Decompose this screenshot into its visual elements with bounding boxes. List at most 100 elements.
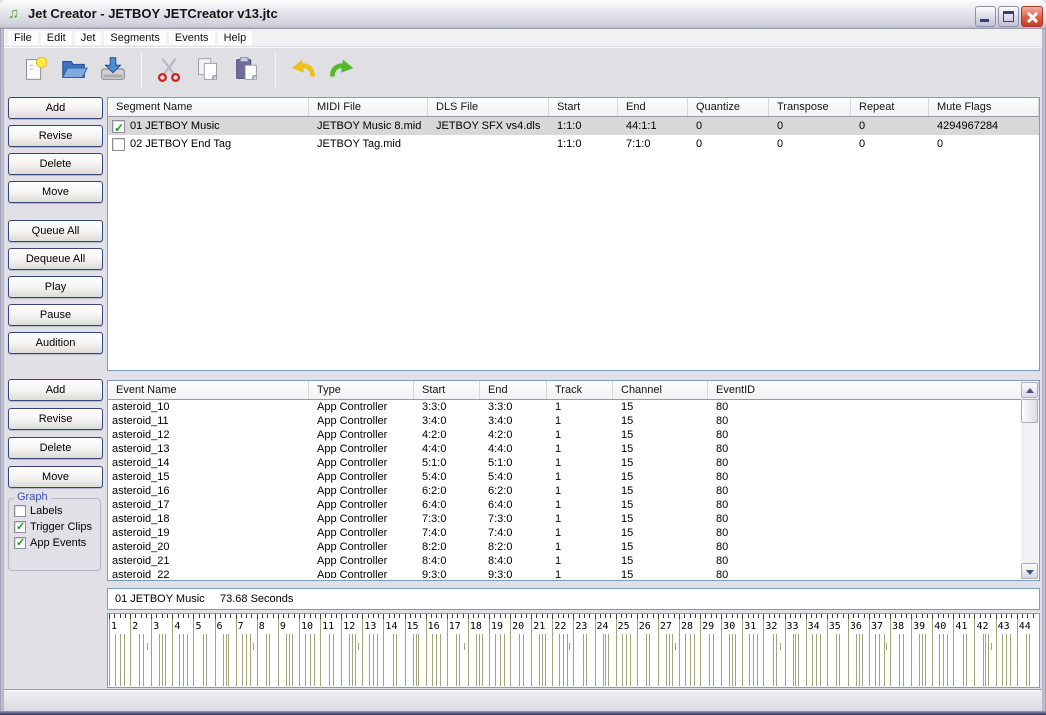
column-header-mute-flags[interactable]: Mute Flags — [929, 98, 1039, 116]
save-button[interactable] — [94, 51, 132, 89]
column-header-type[interactable]: Type — [309, 381, 414, 399]
ruler-tick — [906, 614, 907, 618]
timeline-measure: 37 — [869, 614, 890, 686]
menu-help[interactable]: Help — [218, 31, 253, 45]
playback-queue-all-button[interactable]: Queue All — [8, 220, 103, 242]
column-header-segment-name[interactable]: Segment Name — [108, 98, 309, 116]
event-row[interactable]: asteroid_19App Controller7:4:07:4:011580 — [108, 526, 1039, 540]
menu-jet[interactable]: Jet — [75, 31, 102, 45]
playback-pause-button[interactable]: Pause — [8, 304, 103, 326]
menu-file[interactable]: File — [8, 31, 38, 45]
playback-dequeue-all-button[interactable]: Dequeue All — [8, 248, 103, 270]
ruler-tick — [790, 614, 791, 618]
event-graph-line — [983, 634, 984, 686]
paste-button[interactable] — [228, 51, 266, 89]
redo-button[interactable] — [323, 51, 361, 89]
checkbox-trigger-clips[interactable]: ✓ — [14, 521, 26, 533]
cut-button[interactable] — [150, 51, 188, 89]
playback-play-button[interactable]: Play — [8, 276, 103, 298]
scroll-down-button[interactable] — [1021, 563, 1038, 579]
column-header-event-name[interactable]: Event Name — [108, 381, 309, 399]
timeline-graph[interactable]: 1234567891011121314151617181920212223242… — [107, 613, 1040, 688]
graph-option-labels[interactable]: ✓Labels — [14, 505, 100, 517]
column-header-repeat[interactable]: Repeat — [851, 98, 929, 116]
column-header-transpose[interactable]: Transpose — [769, 98, 851, 116]
segment-move-button[interactable]: Move — [8, 181, 103, 203]
event-row[interactable]: asteroid_20App Controller8:2:08:2:011580 — [108, 540, 1039, 554]
column-header-quantize[interactable]: Quantize — [688, 98, 769, 116]
checkbox-labels[interactable]: ✓ — [14, 505, 26, 517]
event-row[interactable]: asteroid_13App Controller4:4:04:4:011580 — [108, 442, 1039, 456]
segment-checkbox[interactable]: ✓ — [112, 138, 125, 151]
event-row[interactable]: asteroid_12App Controller4:2:04:2:011580 — [108, 428, 1039, 442]
cell-repeat: 0 — [851, 117, 929, 135]
copy-button[interactable] — [189, 51, 227, 89]
open-button[interactable] — [55, 51, 93, 89]
close-button[interactable] — [1021, 6, 1043, 27]
event-graph-tick — [991, 643, 992, 650]
title-bar[interactable]: ♫ Jet Creator - JETBOY JETCreator v13.jt… — [0, 0, 1046, 29]
undo-button[interactable] — [284, 51, 322, 89]
event-row[interactable]: asteroid_17App Controller6:4:06:4:011580 — [108, 498, 1039, 512]
menu-events[interactable]: Events — [169, 31, 215, 45]
event-row[interactable]: asteroid_18App Controller7:3:07:3:011580 — [108, 512, 1039, 526]
event-row[interactable]: asteroid_15App Controller5:4:05:4:011580 — [108, 470, 1039, 484]
cell-start: 3:4:0 — [414, 414, 480, 428]
new-button[interactable] — [16, 51, 54, 89]
segment-add-button[interactable]: Add — [8, 97, 103, 119]
measure-number: 10 — [301, 621, 313, 632]
timeline-measure: 42 — [974, 614, 995, 686]
timeline-measure: 31 — [742, 614, 763, 686]
column-header-track[interactable]: Track — [547, 381, 613, 399]
column-header-channel[interactable]: Channel — [613, 381, 708, 399]
event-move-button[interactable]: Move — [8, 466, 103, 488]
event-list-scrollbar[interactable] — [1021, 382, 1038, 579]
timeline-measure: 32 — [763, 614, 784, 686]
event-row[interactable]: asteroid_10App Controller3:3:03:3:011580 — [108, 400, 1039, 414]
timeline-measure: 19 — [489, 614, 510, 686]
column-header-start[interactable]: Start — [414, 381, 480, 399]
playback-audition-button[interactable]: Audition — [8, 332, 103, 354]
event-graph-tick — [253, 643, 254, 650]
segment-row[interactable]: ✓01 JETBOY MusicJETBOY Music 8.midJETBOY… — [108, 117, 1039, 135]
column-header-midi-file[interactable]: MIDI File — [309, 98, 428, 116]
graph-option-app-events[interactable]: ✓App Events — [14, 537, 100, 549]
event-row[interactable]: asteroid_14App Controller5:1:05:1:011580 — [108, 456, 1039, 470]
segment-delete-button[interactable]: Delete — [8, 153, 103, 175]
segment-checkbox[interactable]: ✓ — [112, 120, 125, 133]
event-row[interactable]: asteroid_11App Controller3:4:03:4:011580 — [108, 414, 1039, 428]
segment-revise-button[interactable]: Revise — [8, 125, 103, 147]
ruler-tick — [737, 614, 738, 618]
minimize-button[interactable] — [975, 6, 996, 27]
menu-segments[interactable]: Segments — [104, 31, 166, 45]
event-row[interactable]: asteroid_16App Controller6:2:06:2:011580 — [108, 484, 1039, 498]
column-header-end[interactable]: End — [618, 98, 688, 116]
ruler-tick — [246, 614, 247, 618]
cell-event-name: asteroid_18 — [108, 512, 309, 526]
menu-edit[interactable]: Edit — [41, 31, 72, 45]
column-header-start[interactable]: Start — [549, 98, 618, 116]
event-graph-tick — [147, 643, 148, 650]
cell-eventid: 80 — [708, 470, 1039, 484]
scrollbar-thumb[interactable] — [1021, 399, 1038, 423]
event-add-button[interactable]: Add — [8, 379, 103, 401]
graph-option-trigger-clips[interactable]: ✓Trigger Clips — [14, 521, 100, 533]
ruler-tick — [821, 614, 822, 618]
column-header-end[interactable]: End — [480, 381, 547, 399]
event-row[interactable]: asteroid_21App Controller8:4:08:4:011580 — [108, 554, 1039, 568]
ruler-tick — [563, 614, 564, 618]
column-header-dls-file[interactable]: DLS File — [428, 98, 549, 116]
event-graph-line — [476, 634, 477, 686]
event-row[interactable]: asteroid_22App Controller9:3:09:3:011580 — [108, 568, 1039, 578]
timeline-measure: 1 — [109, 614, 130, 686]
event-revise-button[interactable]: Revise — [8, 408, 103, 430]
column-header-eventid[interactable]: EventID — [708, 381, 1039, 399]
segment-row[interactable]: ✓02 JETBOY End TagJETBOY Tag.mid1:1:07:1… — [108, 135, 1039, 153]
cell-eventid: 80 — [708, 512, 1039, 526]
checkbox-app-events[interactable]: ✓ — [14, 537, 26, 549]
event-delete-button[interactable]: Delete — [8, 437, 103, 459]
scroll-up-button[interactable] — [1021, 382, 1038, 398]
maximize-button[interactable] — [998, 6, 1019, 27]
toolbar-separator — [275, 52, 276, 88]
ruler-tick — [684, 614, 685, 618]
